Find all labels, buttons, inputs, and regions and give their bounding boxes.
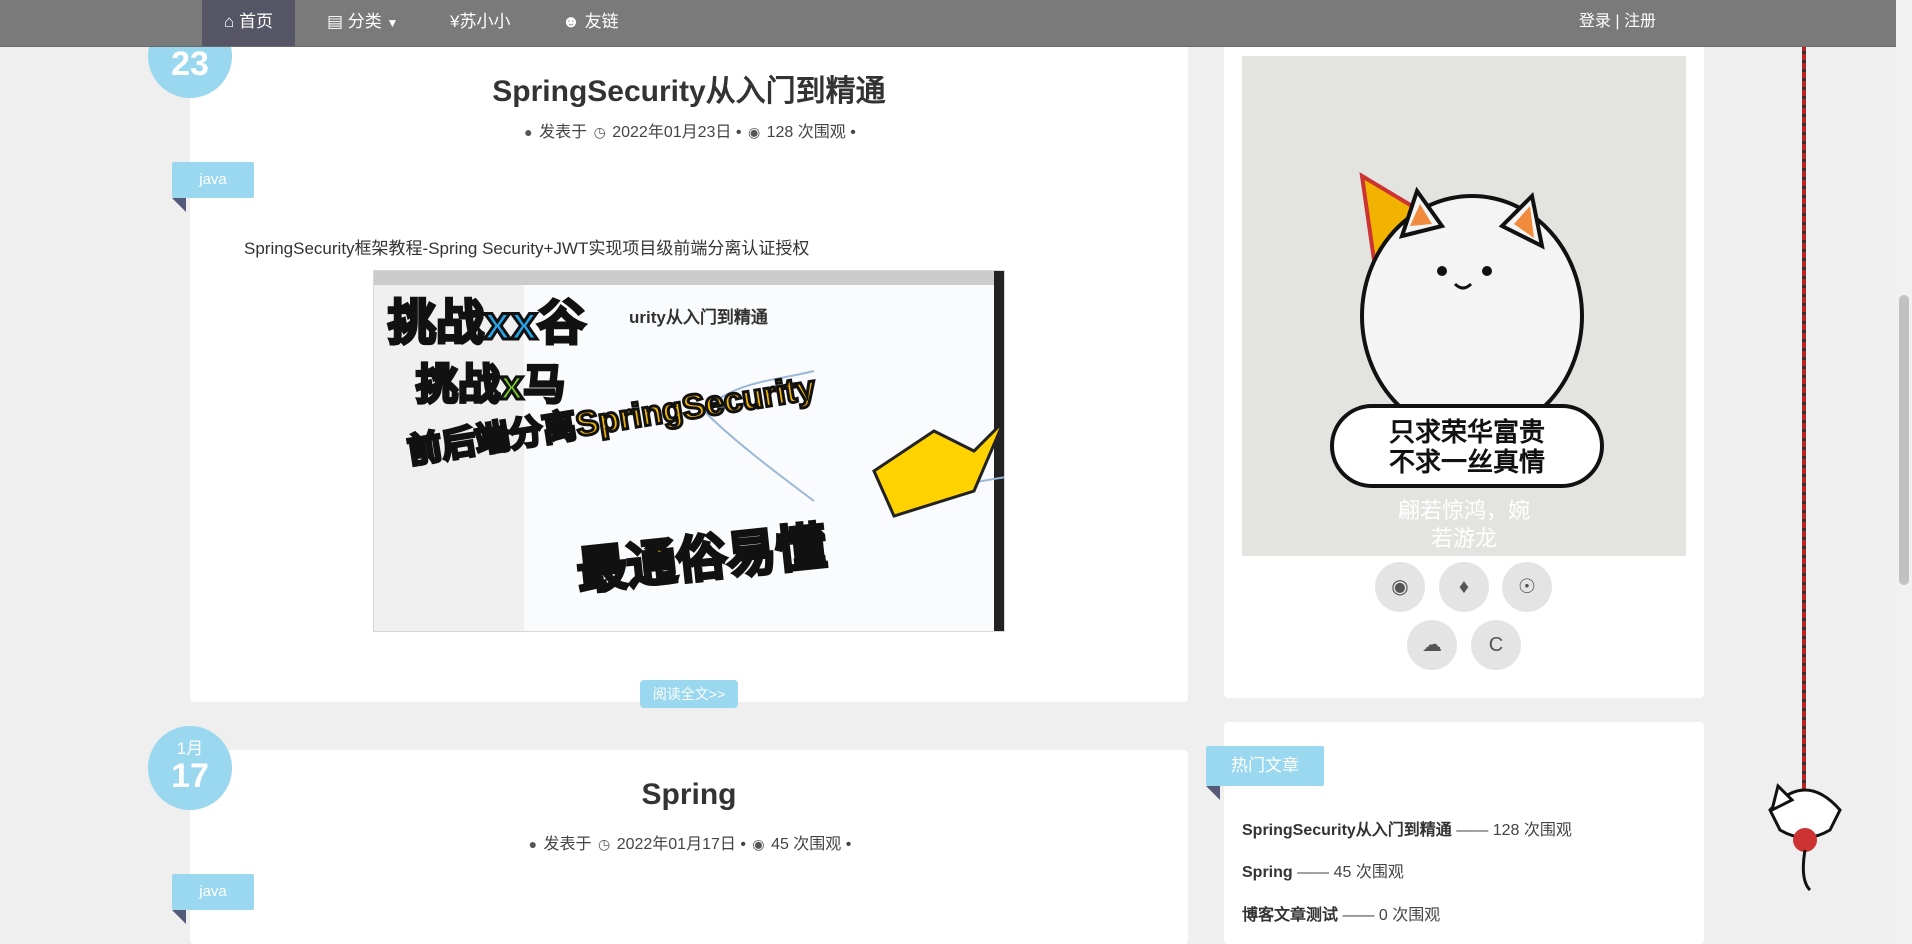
post-card: Spring ● 发表于 ◷ 2022年01月17日 • ◉ 45 次围观 • [190,750,1188,944]
clock-icon: ◷ [593,124,606,140]
hot-article-item[interactable]: Spring —— 45 次围观 [1242,858,1404,882]
badge-day: 17 [171,757,209,795]
nav-links-label: 友链 [584,12,619,31]
users-icon: ☻ [562,12,580,31]
cat-illustration: 只求荣华富贵 不求一丝真情 翩若惊鸿，婉 若游龙 [1242,56,1686,556]
meta-prefix: 发表于 [543,836,592,853]
post-meta: ● 发表于 ◷ 2022年01月17日 • ◉ 45 次围观 • [528,836,852,853]
post-tag[interactable]: java [172,162,254,198]
thumb-line2: 挑战x马 [416,361,565,408]
tag-fold [172,198,186,212]
user-icon: ● [524,124,533,140]
hot-article-title: Spring [1242,864,1293,881]
read-more-button[interactable]: 阅读全文>> [640,680,738,708]
thumb-line1: 挑战xx谷 [388,297,585,350]
wechat-icon: ☁ [1422,634,1442,656]
post-views: 45 次围观 [771,836,842,853]
hot-article-views: —— 128 次围观 [1456,822,1572,839]
hot-article-title: SpringSecurity从入门到精通 [1242,822,1452,839]
meta-prefix: 发表于 [539,124,588,141]
wechat-button[interactable]: ☁ [1407,620,1457,670]
nav-author-label: ¥苏小小 [450,12,511,31]
avatar-caption-2: 不求一丝真情 [1389,447,1545,477]
post-card: SpringSecurity从入门到精通 ● 发表于 ◷ 2022年01月23日… [190,38,1188,708]
weibo-icon: ☉ [1518,576,1536,598]
badge-day: 23 [171,45,209,83]
home-icon: ⌂ [224,12,235,31]
user-icon: ● [528,836,538,852]
post-date-badge: 1月 17 [148,726,232,810]
auth-links: 登录 | 注册 [1579,0,1656,44]
badge-month: 1月 [176,739,204,758]
auth-separator: | [1615,13,1620,30]
post-tag[interactable]: java [172,874,254,910]
nav-links[interactable]: ☻ 友链 [540,0,641,46]
post-meta: ● 发表于 ◷ 2022年01月23日 • ◉ 128 次围观 • [524,124,856,141]
archive-icon: ▤ [327,12,344,31]
hot-article-views: —— 45 次围观 [1297,864,1404,881]
github-icon: ◉ [1391,576,1409,598]
hanging-cat-icon[interactable] [1760,770,1850,900]
tag-fold [172,910,186,924]
post-views: 128 次围观 [766,124,846,141]
post-thumbnail[interactable]: urity从入门到精通 挑战xx谷 挑战x马 前后端分离SpringSecuri… [373,270,1005,632]
github-button[interactable]: ◉ [1375,562,1425,612]
hanging-rope [1802,0,1806,790]
scrollbar-thumb[interactable] [1899,295,1909,585]
hot-article-item[interactable]: 博客文章测试 —— 0 次围观 [1242,901,1440,925]
hot-article-item[interactable]: SpringSecurity从入门到精通 —— 128 次围观 [1242,816,1572,840]
tag-fold [1206,786,1220,800]
nav-author[interactable]: ¥苏小小 [428,0,532,46]
avatar-watermark-2: 若游龙 [1431,526,1497,551]
caret-down-icon: ▼ [386,16,399,30]
hot-article-title: 博客文章测试 [1242,907,1339,924]
weibo-button[interactable]: ☉ [1502,562,1552,612]
c-label: C [1488,634,1504,656]
avatar: 只求荣华富贵 不求一丝真情 翩若惊鸿，婉 若游龙 [1242,56,1686,556]
hot-articles-title: 热门文章 [1206,746,1324,786]
clock-icon: ◷ [598,836,611,852]
c-button[interactable]: C [1471,620,1521,670]
post-title[interactable]: SpringSecurity从入门到精通 [190,66,1188,110]
post-date: 2022年01月23日 [612,124,732,141]
profile-card: 只求荣华富贵 不求一丝真情 翩若惊鸿，婉 若游龙 ◉ ♦ ☉ ☁ C [1224,46,1704,698]
nav-category[interactable]: ▤ 分类 ▼ [305,0,420,46]
login-link[interactable]: 登录 [1579,13,1611,30]
eye-icon: ◉ [747,124,761,140]
top-navbar: ⌂ 首页 ▤ 分类 ▼ ¥苏小小 ☻ 友链 登录 | 注册 [0,0,1896,47]
nav-category-label: 分类 [347,12,382,31]
thumbnail-graphic: urity从入门到精通 挑战xx谷 挑战x马 前后端分离SpringSecuri… [374,271,1004,631]
post-date: 2022年01月17日 [616,836,736,853]
scrollbar-track[interactable] [1896,0,1912,944]
nav-home-label: 首页 [239,12,274,31]
post-excerpt: SpringSecurity框架教程-Spring Security+JWT实现… [244,239,810,258]
avatar-caption-1: 只求荣华富贵 [1389,417,1545,447]
eye-icon: ◉ [752,836,765,852]
nav-home[interactable]: ⌂ 首页 [202,0,296,46]
qq-icon: ♦ [1458,576,1470,598]
hot-article-views: —— 0 次围观 [1342,907,1441,924]
avatar-watermark-1: 翩若惊鸿，婉 [1398,498,1530,523]
post-title[interactable]: Spring [190,778,1188,812]
qq-button[interactable]: ♦ [1439,562,1489,612]
register-link[interactable]: 注册 [1624,13,1656,30]
thumb-header: urity从入门到精通 [629,307,768,327]
